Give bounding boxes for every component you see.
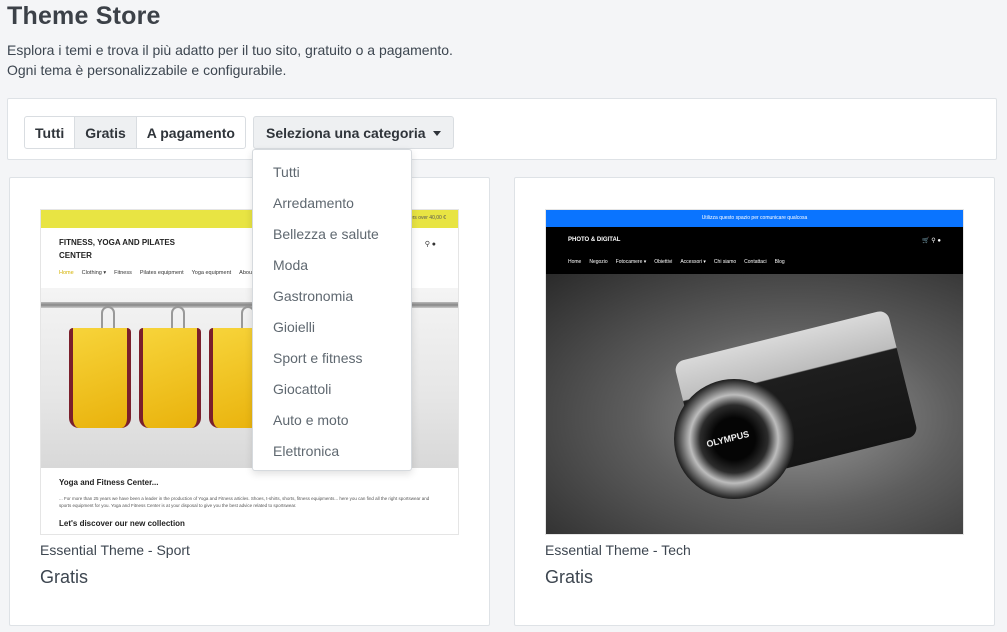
- preview-nav-item: Negozio: [589, 259, 608, 265]
- preview-logo: FITNESS, YOGA AND PILATES CENTER: [59, 238, 176, 260]
- preview-nav-item: Blog: [774, 259, 785, 265]
- category-item-arredamento[interactable]: Arredamento: [253, 188, 411, 219]
- category-item-bellezza-e-salute[interactable]: Bellezza e salute: [253, 219, 411, 250]
- page-description-line-1: Esplora i temi e trova il più adatto per…: [7, 42, 453, 58]
- theme-price: Gratis: [545, 567, 594, 587]
- preview-nav-item: Fitness: [114, 270, 132, 276]
- category-dropdown-menu: Tutti Arredamento Bellezza e salute Moda…: [252, 149, 412, 471]
- category-item-moda[interactable]: Moda: [253, 250, 411, 281]
- preview-topbar: Utilizza questo spazio per comunicare qu…: [546, 210, 963, 227]
- page-title: Theme Store: [7, 2, 161, 30]
- preview-nav-item: Clothing ▾: [81, 270, 107, 276]
- shorts-image: [69, 328, 131, 428]
- preview-nav: Home Negozio Fotocamere ▾ Obiettivi Acce…: [568, 259, 785, 265]
- price-filter-group: Tutti Gratis A pagamento: [24, 116, 246, 149]
- preview-nav-item: Yoga equipment: [191, 270, 232, 276]
- shorts-image: [139, 328, 201, 428]
- filter-bar: Tutti Gratis A pagamento Seleziona una c…: [7, 98, 997, 160]
- preview-nav-item: Home: [568, 259, 582, 265]
- category-dropdown-label: Seleziona una categoria: [266, 124, 426, 141]
- theme-card-tech[interactable]: Utilizza questo spazio per comunicare qu…: [514, 177, 995, 626]
- category-item-gastronomia[interactable]: Gastronomia: [253, 281, 411, 312]
- category-item-auto-e-moto[interactable]: Auto e moto: [253, 405, 411, 436]
- category-item-tutti[interactable]: Tutti: [253, 157, 411, 188]
- theme-price: Gratis: [40, 567, 89, 587]
- preview-hero-image: OLYMPUS: [546, 274, 963, 534]
- preview-nav-item: Home: [59, 270, 74, 276]
- preview-header: PHOTO & DIGITAL 🛒 ⚲ ● Home Negozio Fotoc…: [546, 227, 963, 274]
- tab-tutti[interactable]: Tutti: [24, 116, 76, 149]
- theme-preview-tech[interactable]: Utilizza questo spazio per comunicare qu…: [545, 209, 964, 535]
- preview-logo: PHOTO & DIGITAL: [568, 237, 621, 243]
- preview-topbar-text: Utilizza questo spazio per comunicare qu…: [701, 215, 808, 221]
- preview-headline: Yoga and Fitness Center...: [59, 478, 159, 487]
- preview-nav-item: Pilates equipment: [139, 270, 184, 276]
- hanger-hook: [101, 306, 115, 330]
- hanger-hook: [171, 306, 185, 330]
- caret-down-icon: [432, 131, 441, 136]
- category-item-sport-e-fitness[interactable]: Sport e fitness: [253, 343, 411, 374]
- preview-nav-item: Chi siamo: [713, 259, 737, 265]
- preview-text-block: Yoga and Fitness Center... ... For more …: [41, 468, 458, 534]
- preview-nav-item: Accessori ▾: [680, 259, 706, 265]
- preview-header-icons: ⚲ ●: [424, 241, 436, 248]
- preview-paragraph: ... For more than 25 years we have been …: [59, 496, 430, 508]
- theme-card-sport[interactable]: Free shipping for orders over 40,00 € FI…: [9, 177, 490, 626]
- preview-nav-item: Obiettivi: [654, 259, 673, 265]
- category-item-elettronica[interactable]: Elettronica: [253, 436, 411, 467]
- page-description: Esplora i temi e trova il più adatto per…: [7, 40, 453, 80]
- theme-name[interactable]: Essential Theme - Sport: [40, 542, 190, 558]
- category-item-gioielli[interactable]: Gioielli: [253, 312, 411, 343]
- tab-a-pagamento[interactable]: A pagamento: [135, 116, 246, 149]
- preview-header-icons: 🛒 ⚲ ●: [922, 238, 941, 244]
- page-description-line-2: Ogni tema è personalizzabile e configura…: [7, 62, 287, 78]
- preview-subheadline: Let's discover our new collection: [59, 519, 185, 528]
- preview-nav-item: Contattaci: [744, 259, 767, 265]
- theme-name[interactable]: Essential Theme - Tech: [545, 542, 691, 558]
- category-item-giocattoli[interactable]: Giocattoli: [253, 374, 411, 405]
- category-dropdown-button[interactable]: Seleziona una categoria: [253, 116, 454, 149]
- preview-nav: Home Clothing ▾ Fitness Pilates equipmen…: [59, 270, 254, 276]
- preview-nav-item: Fotocamere ▾: [615, 259, 647, 265]
- tab-gratis[interactable]: Gratis: [74, 116, 137, 149]
